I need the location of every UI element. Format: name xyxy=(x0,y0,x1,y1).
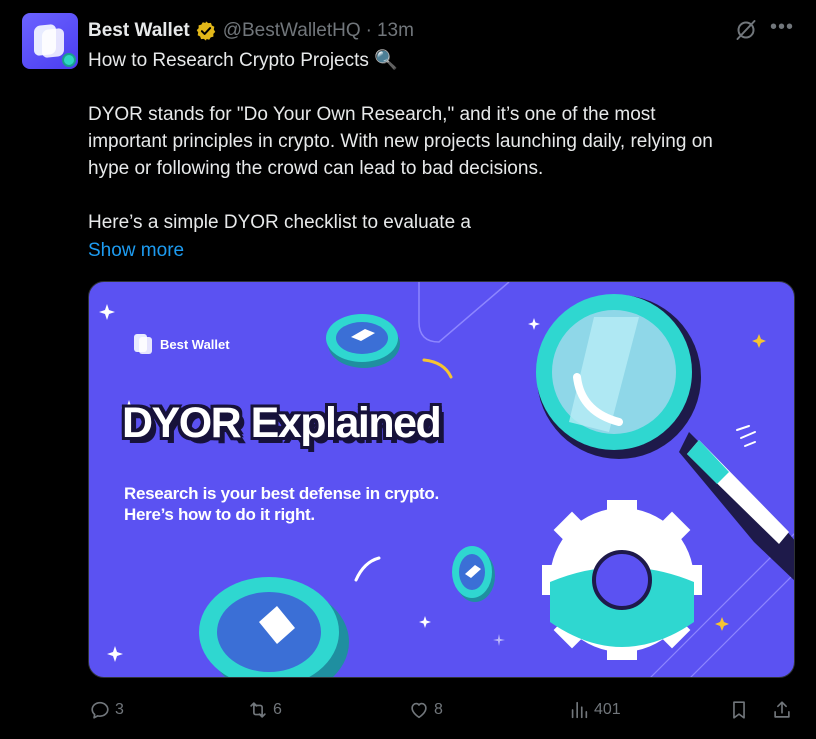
like-count: 8 xyxy=(434,701,443,718)
tweet-line: DYOR stands for "Do Your Own Research," … xyxy=(88,104,656,125)
media-subtitle-line: Here’s how to do it right. xyxy=(124,505,315,524)
coin-shape xyxy=(326,314,400,368)
verified-badge-icon[interactable] xyxy=(195,20,217,42)
tweet[interactable]: Best Wallet @BestWalletHQ · 13m ••• How … xyxy=(0,0,816,739)
action-bar: 3 6 8 401 xyxy=(88,696,798,724)
like-icon xyxy=(411,702,427,719)
share-button[interactable] xyxy=(771,696,797,724)
media-subtitle-line: Research is your best defense in crypto. xyxy=(124,484,439,503)
tweet-line: hype or following the crowd can lead to … xyxy=(88,158,544,179)
avatar[interactable] xyxy=(22,13,78,69)
views-icon xyxy=(571,701,588,719)
show-more-link[interactable]: Show more xyxy=(88,237,798,264)
more-icon[interactable]: ••• xyxy=(770,17,794,40)
share-icon xyxy=(774,701,790,718)
repost-count: 6 xyxy=(273,701,282,718)
reply-icon xyxy=(91,701,109,719)
media-subtitle: Research is your best defense in crypto.… xyxy=(124,483,439,525)
bookmark-button[interactable] xyxy=(728,696,754,724)
tweet-line: Here’s a simple DYOR checklist to evalua… xyxy=(88,212,471,233)
views-count: 401 xyxy=(594,701,621,718)
reply-count: 3 xyxy=(115,701,124,718)
separator-dot: · xyxy=(365,20,372,41)
tweet-line: important principles in crypto. With new… xyxy=(88,131,713,152)
views-button[interactable]: 401 xyxy=(568,696,621,724)
tweet-line: How to Research Crypto Projects 🔍 xyxy=(88,50,398,71)
reply-button[interactable]: 3 xyxy=(89,696,124,724)
grok-icon[interactable] xyxy=(734,18,758,42)
repost-icon xyxy=(250,702,266,718)
tweet-media-image[interactable]: Best Wallet DYOR Explained Research is y… xyxy=(88,281,795,678)
media-brand: Best Wallet xyxy=(160,337,230,352)
author-handle[interactable]: @BestWalletHQ xyxy=(223,20,361,42)
repost-button[interactable]: 6 xyxy=(247,696,282,724)
tweet-text: How to Research Crypto Projects 🔍 DYOR s… xyxy=(88,47,798,264)
like-button[interactable]: 8 xyxy=(408,696,443,724)
timestamp[interactable]: 13m xyxy=(377,20,414,42)
media-title: DYOR Explained xyxy=(122,399,442,447)
tweet-header: Best Wallet @BestWalletHQ · 13m xyxy=(88,18,414,44)
author-name[interactable]: Best Wallet xyxy=(88,20,190,42)
gear-shape xyxy=(542,500,702,660)
avatar-card-shape xyxy=(42,27,64,59)
avatar-coin-shape xyxy=(62,53,76,67)
bookmark-icon xyxy=(733,701,745,719)
